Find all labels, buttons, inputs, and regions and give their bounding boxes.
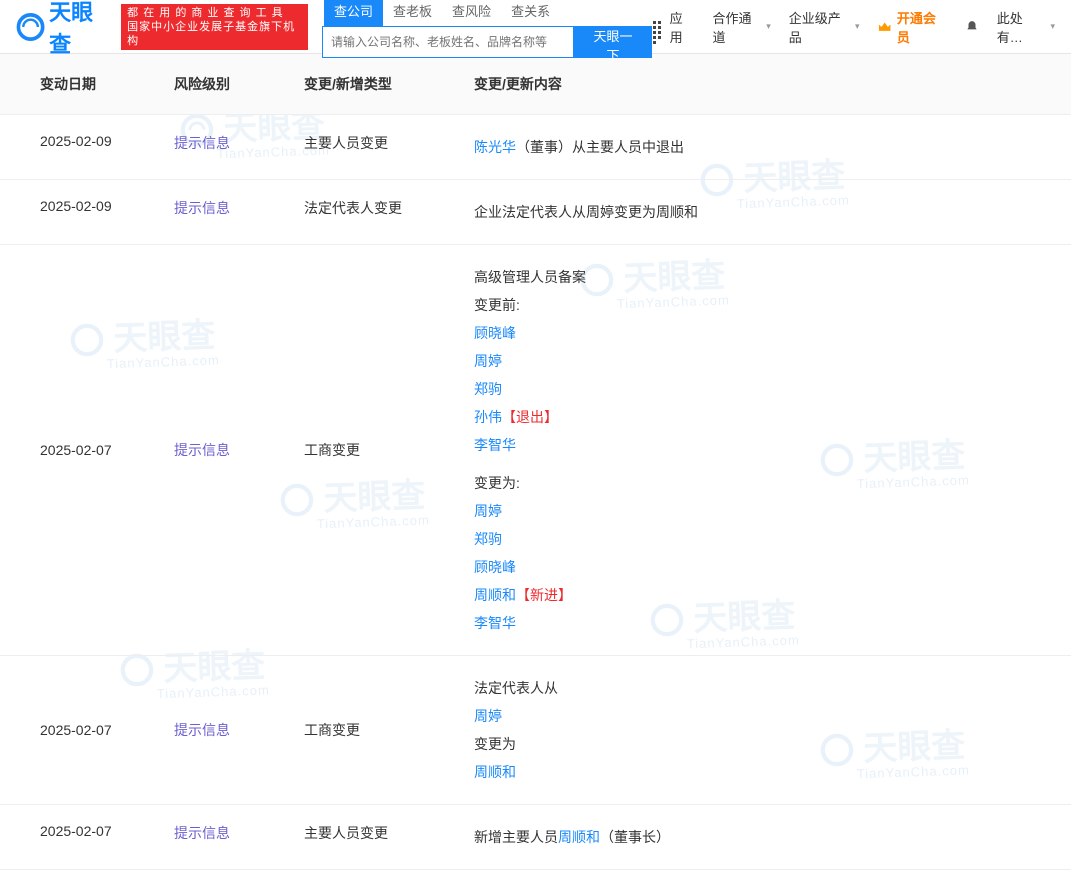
cell-type: 工商变更 [290,245,460,656]
brand-logo[interactable]: 天眼查 [16,0,113,59]
cell-date: 2025-02-09 [0,180,160,245]
col-date: 变动日期 [0,54,160,115]
risk-hint-link[interactable]: 提示信息 [174,442,230,458]
table-row: 2025-02-07提示信息工商变更高级管理人员备案变更前:顾晓峰周婷郑驹孙伟【… [0,245,1071,656]
logo-icon [16,12,45,42]
table-row: 2025-02-07 提示信息 工商变更法定代表人从周婷变更为周顺和 [0,656,1071,805]
nav-vip[interactable]: 开通会员 [877,8,946,46]
text: （董事长） [600,829,670,845]
tab-boss[interactable]: 查老板 [383,0,442,26]
risk-hint-link[interactable]: 提示信息 [174,135,230,151]
tab-risk[interactable]: 查风险 [442,0,501,26]
risk-hint-link[interactable]: 提示信息 [174,825,230,841]
cell-date: 2025-02-07 [0,656,160,805]
table-row: 2025-02-07 提示信息 主要人员变更新增主要人员周顺和（董事长） [0,805,1071,870]
search-group: 查公司 查老板 查风险 查关系 天眼一下 [318,0,652,58]
cell-risk: 提示信息 [160,245,290,656]
label-legal-from: 法定代表人从 [474,674,1057,702]
chevron-down-icon: ▾ [855,21,860,32]
cell-content: 新增主要人员周顺和（董事长） [460,805,1071,870]
person-link[interactable]: 周顺和 [474,764,516,780]
search-button[interactable]: 天眼一下 [574,26,652,58]
col-content: 变更/更新内容 [460,54,1071,115]
person-link[interactable]: 周婷 [474,503,502,519]
nav-channel[interactable]: 合作通道▾ [713,8,771,46]
cell-date: 2025-02-07 [0,805,160,870]
search-tabs: 查公司 查老板 查风险 查关系 [324,0,652,26]
exit-tag: 【退出】 [502,409,558,425]
table-row: 2025-02-09 提示信息 主要人员变更陈光华（董事）从主要人员中退出 [0,115,1071,180]
person-link[interactable]: 顾晓峰 [474,325,516,341]
text: （董事）从主要人员中退出 [516,139,684,155]
search-input[interactable] [322,26,574,58]
chevron-down-icon: ▾ [766,21,771,32]
text: 企业法定代表人从周婷变更为周顺和 [474,198,1057,226]
person-link[interactable]: 孙伟 [474,409,502,425]
cell-type: 主要人员变更 [290,805,460,870]
person-link[interactable]: 郑驹 [474,531,502,547]
topbar: 天眼查 都 在 用 的 商 业 查 询 工 具 国家中小企业发展子基金旗下机构 … [0,0,1071,54]
bell-icon [965,20,979,34]
nav-more[interactable]: 此处有…▾ [997,8,1055,46]
person-link[interactable]: 陈光华 [474,139,516,155]
cell-type: 主要人员变更 [290,115,460,180]
person-link[interactable]: 郑驹 [474,381,502,397]
person-link[interactable]: 顾晓峰 [474,559,516,575]
table-row: 2025-02-09 提示信息 法定代表人变更企业法定代表人从周婷变更为周顺和 [0,180,1071,245]
label-after: 变更为: [474,469,1057,497]
crown-icon [877,19,892,35]
nav-app[interactable]: 应用 [652,8,694,46]
grid-icon [652,20,665,34]
new-tag: 【新进】 [516,587,572,603]
col-risk: 风险级别 [160,54,290,115]
risk-hint-link[interactable]: 提示信息 [174,722,230,738]
col-type: 变更/新增类型 [290,54,460,115]
nav-products[interactable]: 企业级产品▾ [789,8,860,46]
right-nav: 应用 合作通道▾ 企业级产品▾ 开通会员 此处有…▾ [652,8,1055,46]
label-after: 变更为 [474,730,1057,758]
tab-company[interactable]: 查公司 [324,0,383,26]
person-link[interactable]: 周顺和 [558,829,600,845]
cell-type: 法定代表人变更 [290,180,460,245]
cell-content: 企业法定代表人从周婷变更为周顺和 [460,180,1071,245]
cell-risk: 提示信息 [160,656,290,805]
section-title: 高级管理人员备案 [474,263,1057,291]
nav-notifications[interactable] [965,20,979,34]
chevron-down-icon: ▾ [1050,21,1055,32]
person-link[interactable]: 周顺和 [474,587,516,603]
cell-type: 工商变更 [290,656,460,805]
cell-risk: 提示信息 [160,180,290,245]
slogan-badge: 都 在 用 的 商 业 查 询 工 具 国家中小企业发展子基金旗下机构 [121,4,308,50]
cell-content: 法定代表人从周婷变更为周顺和 [460,656,1071,805]
cell-date: 2025-02-09 [0,115,160,180]
person-link[interactable]: 李智华 [474,437,516,453]
cell-risk: 提示信息 [160,805,290,870]
change-log-table: 变动日期 风险级别 变更/新增类型 变更/更新内容 2025-02-09 提示信息… [0,54,1071,870]
cell-risk: 提示信息 [160,115,290,180]
person-link[interactable]: 周婷 [474,353,502,369]
cell-date: 2025-02-07 [0,245,160,656]
label-before: 变更前: [474,291,1057,319]
person-link[interactable]: 周婷 [474,708,502,724]
table-header-row: 变动日期 风险级别 变更/新增类型 变更/更新内容 [0,54,1071,115]
person-link[interactable]: 李智华 [474,615,516,631]
brand-name: 天眼查 [49,0,113,59]
tab-relation[interactable]: 查关系 [501,0,560,26]
risk-hint-link[interactable]: 提示信息 [174,200,230,216]
text: 新增主要人员 [474,829,558,845]
cell-content: 陈光华（董事）从主要人员中退出 [460,115,1071,180]
cell-content: 高级管理人员备案变更前:顾晓峰周婷郑驹孙伟【退出】李智华变更为:周婷郑驹顾晓峰周… [460,245,1071,656]
